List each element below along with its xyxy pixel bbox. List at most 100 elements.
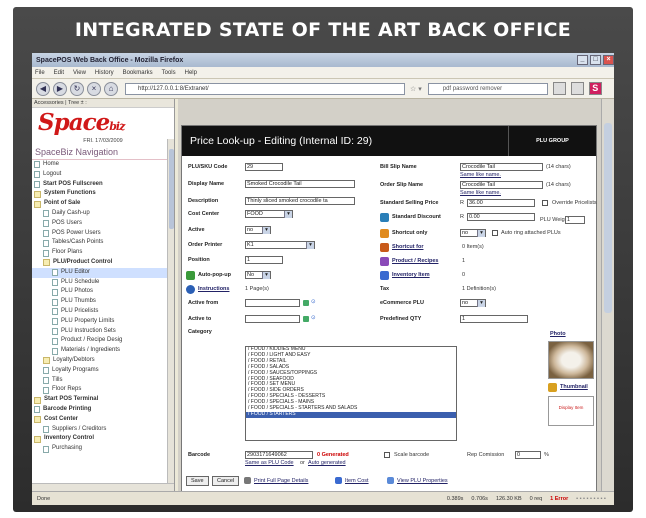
sidebar-item[interactable]: Home	[32, 160, 174, 170]
sidebar-item[interactable]: POS Users	[32, 219, 174, 229]
sidebar-item[interactable]: Logout	[32, 170, 174, 180]
description-input[interactable]: Thinly sliced smoked crocodile ta	[245, 197, 355, 205]
product-thumbnail[interactable]: Display Item	[548, 396, 594, 426]
sidebar-item[interactable]: Inventory Control	[32, 434, 174, 444]
shortcut-for-link[interactable]: Shortcut for	[392, 244, 423, 250]
sidebar-item[interactable]: Purchasing	[32, 444, 174, 454]
menu-bookmarks[interactable]: Bookmarks	[123, 70, 153, 76]
minimize-icon[interactable]: _	[577, 55, 588, 65]
menu-help[interactable]: Help	[185, 70, 197, 76]
close-icon[interactable]: ×	[603, 55, 614, 65]
thumbnail-link[interactable]: Thumbnail	[560, 384, 588, 390]
addon-s-icon[interactable]: S	[588, 82, 602, 95]
bill-same-link[interactable]: Same like name.	[460, 172, 501, 178]
sidebar-item[interactable]: Point of Sale	[32, 199, 174, 209]
sidebar-item[interactable]: Materials / Ingredients	[32, 346, 174, 356]
sidebar-item[interactable]: Daily Cash-up	[32, 209, 174, 219]
sidebar-item[interactable]: Product / Recipe Desig	[32, 336, 174, 346]
reload-icon[interactable]: ↻	[70, 81, 84, 96]
bookmark-star-icon[interactable]: ☆ ▾	[410, 85, 422, 93]
order-slip-input[interactable]: Crocodile Tail	[460, 181, 543, 189]
sidebar-item[interactable]: Loyalty/Debtors	[32, 356, 174, 366]
active-select[interactable]: no	[245, 226, 271, 234]
bill-slip-input[interactable]: Crocodile Tail	[460, 163, 543, 171]
auto-popup-select[interactable]: No	[245, 271, 271, 279]
sidebar-item[interactable]: PLU Photos	[32, 287, 174, 297]
calendar-icon[interactable]	[303, 316, 309, 322]
forward-icon[interactable]: ▶	[53, 81, 67, 96]
override-pricelists-checkbox[interactable]	[542, 200, 548, 206]
ecommerce-select[interactable]: no	[460, 299, 486, 307]
product-photo[interactable]	[548, 341, 594, 379]
sidebar-item[interactable]: PLU Property Limits	[32, 317, 174, 327]
photo-link[interactable]: Photo	[550, 331, 566, 337]
home-icon[interactable]: ⌂	[104, 81, 118, 96]
category-option[interactable]: / FOOD / STARTERS	[246, 411, 456, 418]
order-printer-select[interactable]: K1	[245, 241, 315, 249]
menu-history[interactable]: History	[95, 70, 114, 76]
display-name-input[interactable]: Smoked Crocodile Tail	[245, 180, 355, 188]
cancel-button[interactable]: Cancel	[212, 476, 240, 486]
position-input[interactable]: 1	[245, 256, 283, 264]
active-from-input[interactable]	[245, 299, 300, 307]
sidebar-item[interactable]: PLU Pricelists	[32, 307, 174, 317]
sidebar-item[interactable]: Barcode Printing	[32, 405, 174, 415]
sidebar-item[interactable]: PLU Editor	[32, 267, 174, 278]
calendar-icon[interactable]	[303, 300, 309, 306]
error-count[interactable]: 1 Error	[550, 496, 568, 502]
category-listbox[interactable]: / FOOD / KIDDIES MENU / FOOD / LIGHT AND …	[245, 346, 457, 441]
sidebar-item[interactable]: Cost Center	[32, 415, 174, 425]
sidebar-item[interactable]: PLU/Product Control	[32, 258, 174, 268]
clear-date-icon[interactable]: ⊙	[311, 315, 316, 321]
menu-file[interactable]: File	[35, 70, 45, 76]
shortcut-only-select[interactable]: no	[460, 229, 486, 237]
plu-code-input[interactable]: 29	[245, 163, 283, 171]
sidebar-item[interactable]: PLU Instruction Sets	[32, 327, 174, 337]
selling-price-input[interactable]: 36.00	[467, 199, 535, 207]
sidebar-item[interactable]: Floor Plans	[32, 248, 174, 258]
predefined-qty-input[interactable]: 1	[460, 315, 528, 323]
plu-weight-input[interactable]: 1	[565, 216, 585, 224]
search-input[interactable]: pdf password remover	[427, 82, 548, 95]
active-to-input[interactable]	[245, 315, 300, 323]
print-details-link[interactable]: Print Full Page Details	[254, 478, 308, 484]
barcode-input[interactable]: 2903171649062	[245, 451, 313, 459]
auto-generated-link[interactable]: Auto generated	[308, 460, 346, 466]
sidebar-item[interactable]: System Functions	[32, 189, 174, 199]
rep-commission-input[interactable]: 0	[515, 451, 541, 459]
instructions-link[interactable]: Instructions	[198, 286, 229, 292]
maximize-icon[interactable]: □	[590, 55, 601, 65]
search-icon[interactable]	[552, 82, 566, 95]
item-cost-link[interactable]: Item Cost	[345, 478, 369, 484]
menu-edit[interactable]: Edit	[54, 70, 64, 76]
scale-barcode-checkbox[interactable]	[384, 452, 390, 458]
main-scrollbar[interactable]	[601, 99, 614, 491]
view-properties-link[interactable]: View PLU Properties	[397, 478, 448, 484]
stop-icon[interactable]: ×	[87, 81, 101, 96]
save-button[interactable]: Save	[186, 476, 209, 486]
inventory-item-link[interactable]: Inventory Item	[392, 272, 430, 278]
url-bar[interactable]: http://127.0.0.1:8/Extranet/	[125, 82, 405, 95]
discount-input[interactable]: 0.00	[467, 213, 535, 221]
sidebar-item[interactable]: Start POS Fullscreen	[32, 180, 174, 190]
sidebar-item[interactable]: PLU Schedule	[32, 278, 174, 288]
sidebar-hscrollbar[interactable]	[32, 483, 174, 491]
sidebar-item[interactable]: Tills	[32, 376, 174, 386]
sidebar-item[interactable]: Floor Reps	[32, 385, 174, 395]
same-as-plu-link[interactable]: Same as PLU Code	[245, 460, 294, 466]
product-recipes-link[interactable]: Product / Recipes	[392, 258, 438, 264]
menu-tools[interactable]: Tools	[162, 70, 176, 76]
sidebar-scrollbar[interactable]	[167, 139, 174, 484]
cost-center-select[interactable]: FOOD	[245, 210, 293, 218]
sidebar-item[interactable]: Tables/Cash Points	[32, 238, 174, 248]
auto-ring-checkbox[interactable]	[492, 230, 498, 236]
order-same-link[interactable]: Same like name.	[460, 190, 501, 196]
clear-date-icon[interactable]: ⊙	[311, 299, 316, 305]
sidebar-item[interactable]: Start POS Terminal	[32, 395, 174, 405]
sidebar-item[interactable]: Loyalty Programs	[32, 366, 174, 376]
sidebar-item[interactable]: POS Power Users	[32, 229, 174, 239]
sidebar-item[interactable]: PLU Thumbs	[32, 297, 174, 307]
back-icon[interactable]: ◀	[36, 81, 50, 96]
addon-icon[interactable]	[570, 82, 584, 95]
menu-view[interactable]: View	[73, 70, 86, 76]
